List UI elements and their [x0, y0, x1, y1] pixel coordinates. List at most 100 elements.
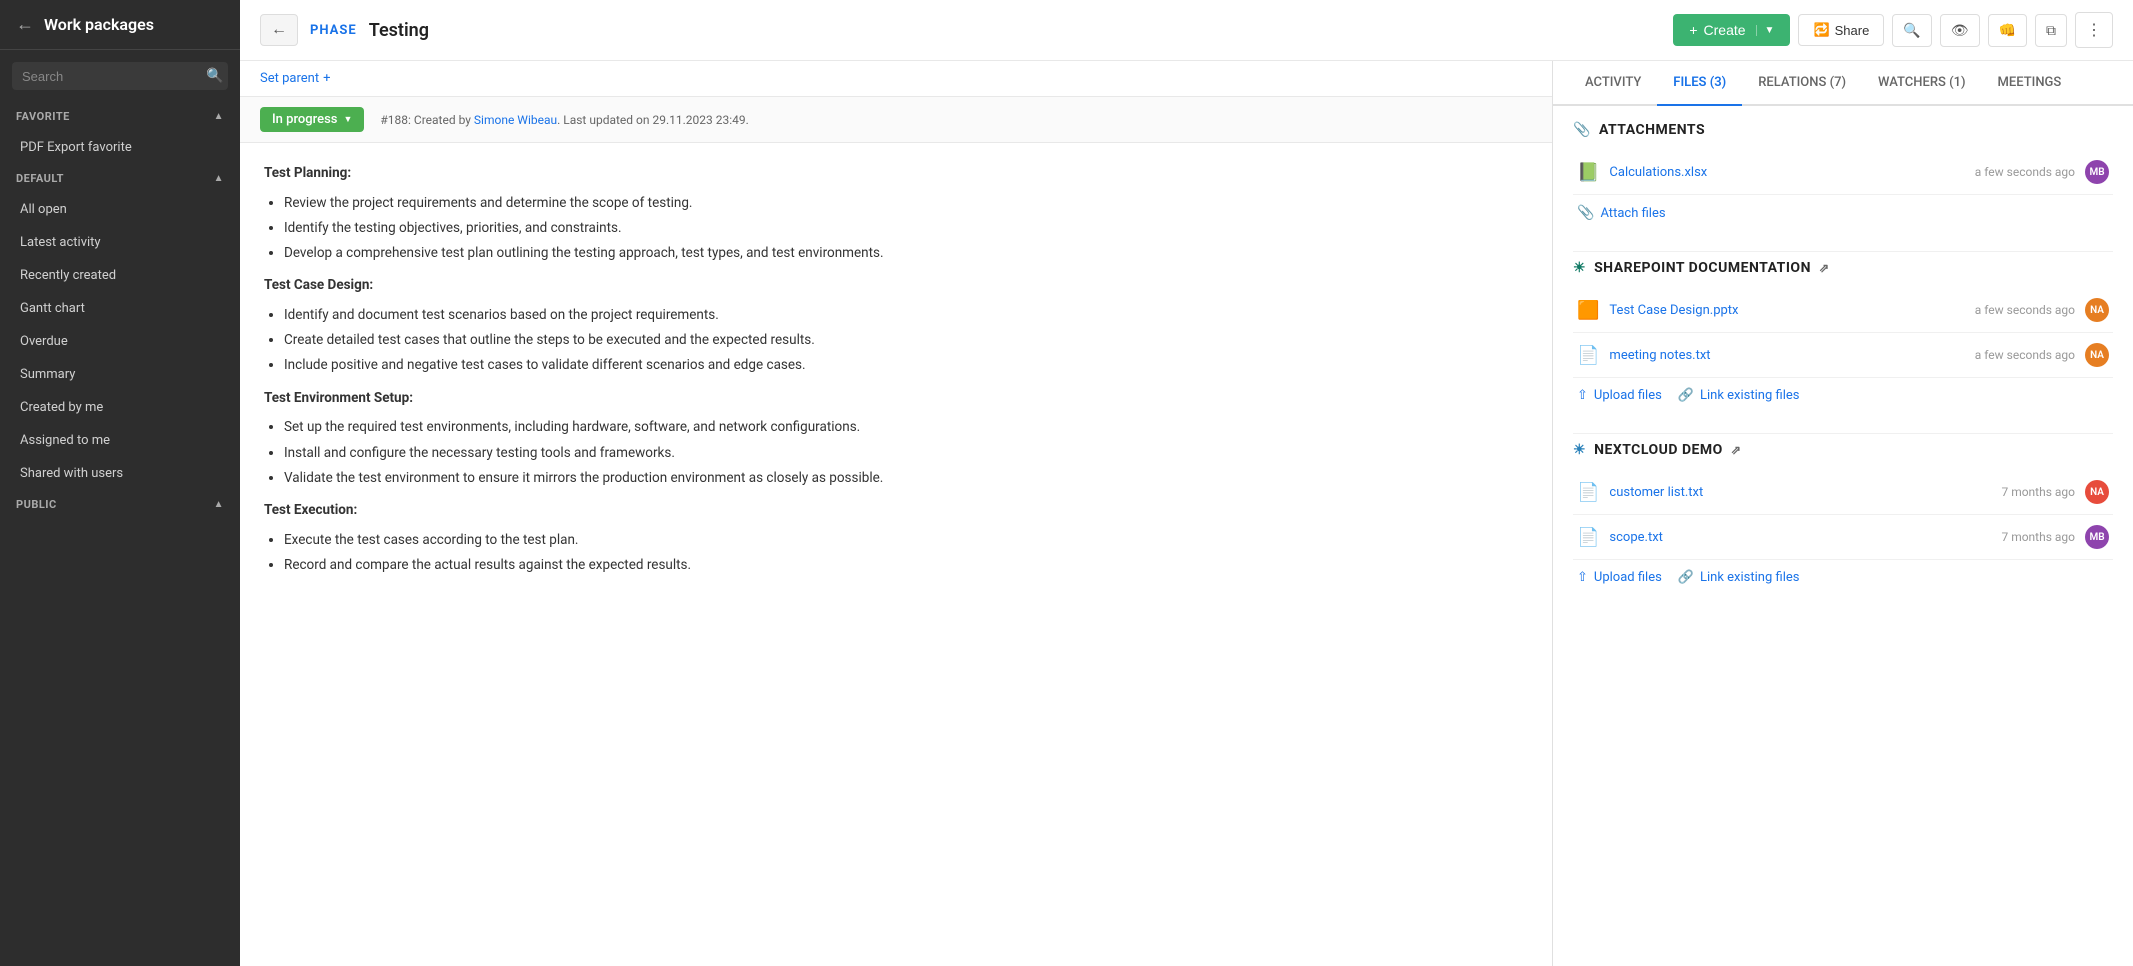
file-calculations-xlsx[interactable]: Calculations.xlsx — [1609, 165, 1964, 180]
upload-icon: ⇧ — [1577, 388, 1588, 403]
sidebar-section-public: PUBLIC ▲ — [0, 490, 240, 519]
watch-button[interactable]: 🔍 — [1892, 14, 1931, 47]
tab-watchers[interactable]: WATCHERS (1) — [1862, 61, 1982, 106]
list-item: Review the project requirements and dete… — [284, 193, 1528, 213]
main-content: ← PHASE Testing + Create ▼ 🔁 Share 🔍 👁 👊… — [240, 0, 2133, 966]
nextcloud-external-link-icon[interactable]: ⇗ — [1731, 443, 1742, 457]
wp-last-updated: Last updated on 29.11.2023 23:49. — [563, 113, 749, 127]
sidebar-section-header-public[interactable]: PUBLIC ▲ — [0, 490, 240, 519]
sidebar-item-all-open[interactable]: All open — [0, 193, 240, 226]
status-label: In progress — [272, 112, 337, 127]
sharepoint-section: ☀ SHAREPOINT DOCUMENTATION ⇗ 🟧 Test Case… — [1573, 260, 2113, 413]
test-env-heading: Test Environment Setup: — [264, 388, 1528, 410]
attach-files-label: Attach files — [1600, 206, 1665, 221]
file-meta-testcase: a few seconds ago — [1975, 303, 2075, 317]
test-planning-heading: Test Planning: — [264, 163, 1528, 185]
file-txt-icon-1: 📄 — [1577, 345, 1599, 366]
nextcloud-upload-button[interactable]: ⇧ Upload files — [1577, 570, 1662, 585]
test-env-list: Set up the required test environments, i… — [284, 417, 1528, 488]
more-options-button[interactable]: ⋮ — [2075, 12, 2113, 48]
wp-content: Set parent + In progress ▼ #188: Created… — [240, 61, 2133, 966]
list-item: Install and configure the necessary test… — [284, 443, 1528, 463]
file-meta-scope: 7 months ago — [2001, 530, 2075, 544]
tab-files[interactable]: FILES (3) — [1657, 61, 1742, 106]
nextcloud-upload-row: ⇧ Upload files 🔗 Link existing files — [1573, 560, 2113, 595]
sharepoint-link-existing-button[interactable]: 🔗 Link existing files — [1678, 388, 1800, 403]
wp-title-bar: ← PHASE Testing + Create ▼ 🔁 Share 🔍 👁 👊… — [240, 0, 2133, 61]
sidebar-section-header-favorite[interactable]: FAVORITE ▲ — [0, 102, 240, 131]
sidebar-item-summary[interactable]: Summary — [0, 358, 240, 391]
avatar-na-1: NA — [2085, 298, 2109, 322]
sharepoint-external-link-icon[interactable]: ⇗ — [1819, 261, 1830, 275]
file-row: 📄 customer list.txt 7 months ago NA — [1573, 470, 2113, 515]
search-box[interactable]: 🔍 — [12, 62, 228, 90]
attachments-heading-label: ATTACHMENTS — [1599, 122, 1705, 138]
file-customer-list[interactable]: customer list.txt — [1609, 485, 1991, 500]
create-button[interactable]: + Create ▼ — [1673, 14, 1790, 46]
sharepoint-heading-label: SHAREPOINT DOCUMENTATION — [1594, 260, 1811, 276]
test-planning-list: Review the project requirements and dete… — [284, 193, 1528, 264]
list-item: Set up the required test environments, i… — [284, 417, 1528, 437]
list-item: Record and compare the actual results ag… — [284, 555, 1528, 575]
file-test-case-design[interactable]: Test Case Design.pptx — [1609, 303, 1964, 318]
reactions-button[interactable]: 👁 — [1940, 14, 1980, 47]
search-input[interactable] — [22, 69, 198, 84]
search-icon: 🔍 — [206, 68, 223, 84]
wp-body: Test Planning: Review the project requir… — [240, 143, 1552, 966]
nextcloud-heading: ☀ NEXTCLOUD DEMO ⇗ — [1573, 442, 2113, 458]
test-execution-list: Execute the test cases according to the … — [284, 530, 1528, 576]
sidebar-item-recently-created[interactable]: Recently created — [0, 259, 240, 292]
wp-id: #188 — [380, 113, 408, 127]
file-meta-meeting: a few seconds ago — [1975, 348, 2075, 362]
sidebar-item-gantt-chart[interactable]: Gantt chart — [0, 292, 240, 325]
nextcloud-link-icon: 🔗 — [1678, 570, 1694, 585]
sidebar-section-default: DEFAULT ▲ All open Latest activity Recen… — [0, 164, 240, 490]
file-scope[interactable]: scope.txt — [1609, 530, 1991, 545]
file-meeting-notes[interactable]: meeting notes.txt — [1609, 348, 1964, 363]
file-row: 📄 scope.txt 7 months ago MB — [1573, 515, 2113, 560]
sidebar-section-header-default[interactable]: DEFAULT ▲ — [0, 164, 240, 193]
create-plus-icon: + — [1689, 22, 1697, 38]
file-pptx-icon: 🟧 — [1577, 300, 1599, 321]
wp-title: Testing — [369, 20, 1662, 41]
set-parent-button[interactable]: Set parent + — [260, 71, 1532, 86]
back-icon[interactable]: ← — [16, 14, 34, 35]
tab-relations[interactable]: RELATIONS (7) — [1742, 61, 1862, 106]
chevron-up-icon-default: ▲ — [214, 173, 224, 184]
sidebar-title: Work packages — [44, 15, 154, 34]
set-parent-label: Set parent — [260, 71, 319, 86]
test-case-design-list: Identify and document test scenarios bas… — [284, 305, 1528, 376]
wp-author-link[interactable]: Simone Wibeau — [474, 113, 557, 127]
wp-meta-created: Created by — [414, 113, 471, 127]
sidebar-item-latest-activity[interactable]: Latest activity — [0, 226, 240, 259]
file-row: 📗 Calculations.xlsx a few seconds ago MB — [1573, 150, 2113, 195]
sharepoint-upload-label: Upload files — [1594, 388, 1662, 403]
attachments-heading: 📎 ATTACHMENTS — [1573, 122, 2113, 138]
sidebar-item-created-by-me[interactable]: Created by me — [0, 391, 240, 424]
emoji-button[interactable]: 👊 — [1988, 14, 2027, 47]
fullscreen-button[interactable]: ⧉ — [2035, 14, 2067, 47]
link-icon: 🔗 — [1678, 388, 1694, 403]
sidebar-item-assigned-to-me[interactable]: Assigned to me — [0, 424, 240, 457]
nextcloud-link-existing-button[interactable]: 🔗 Link existing files — [1678, 570, 1800, 585]
file-row: 🟧 Test Case Design.pptx a few seconds ag… — [1573, 288, 2113, 333]
file-row: 📄 meeting notes.txt a few seconds ago NA — [1573, 333, 2113, 378]
status-badge[interactable]: In progress ▼ — [260, 107, 364, 132]
sidebar-item-shared-with-users[interactable]: Shared with users — [0, 457, 240, 490]
attach-icon: 📎 — [1577, 205, 1594, 221]
tab-meetings[interactable]: MEETINGS — [1982, 61, 2078, 106]
sharepoint-heading: ☀ SHAREPOINT DOCUMENTATION ⇗ — [1573, 260, 2113, 276]
sidebar-item-overdue[interactable]: Overdue — [0, 325, 240, 358]
sidebar-item-pdf-export-favorite[interactable]: PDF Export favorite — [0, 131, 240, 164]
back-button[interactable]: ← — [260, 14, 298, 46]
test-env-setup-section: Test Environment Setup: Set up the requi… — [264, 388, 1528, 488]
file-meta-calculations: a few seconds ago — [1975, 165, 2075, 179]
sharepoint-upload-button[interactable]: ⇧ Upload files — [1577, 388, 1662, 403]
list-item: Identify and document test scenarios bas… — [284, 305, 1528, 325]
wp-files-panel: 📎 ATTACHMENTS 📗 Calculations.xlsx a few … — [1553, 106, 2133, 966]
share-button[interactable]: 🔁 Share — [1798, 14, 1884, 46]
create-dropdown-arrow: ▼ — [1756, 25, 1775, 36]
attach-files-button[interactable]: 📎 Attach files — [1573, 195, 2113, 231]
list-item: Include positive and negative test cases… — [284, 355, 1528, 375]
tab-activity[interactable]: ACTIVITY — [1569, 61, 1657, 106]
